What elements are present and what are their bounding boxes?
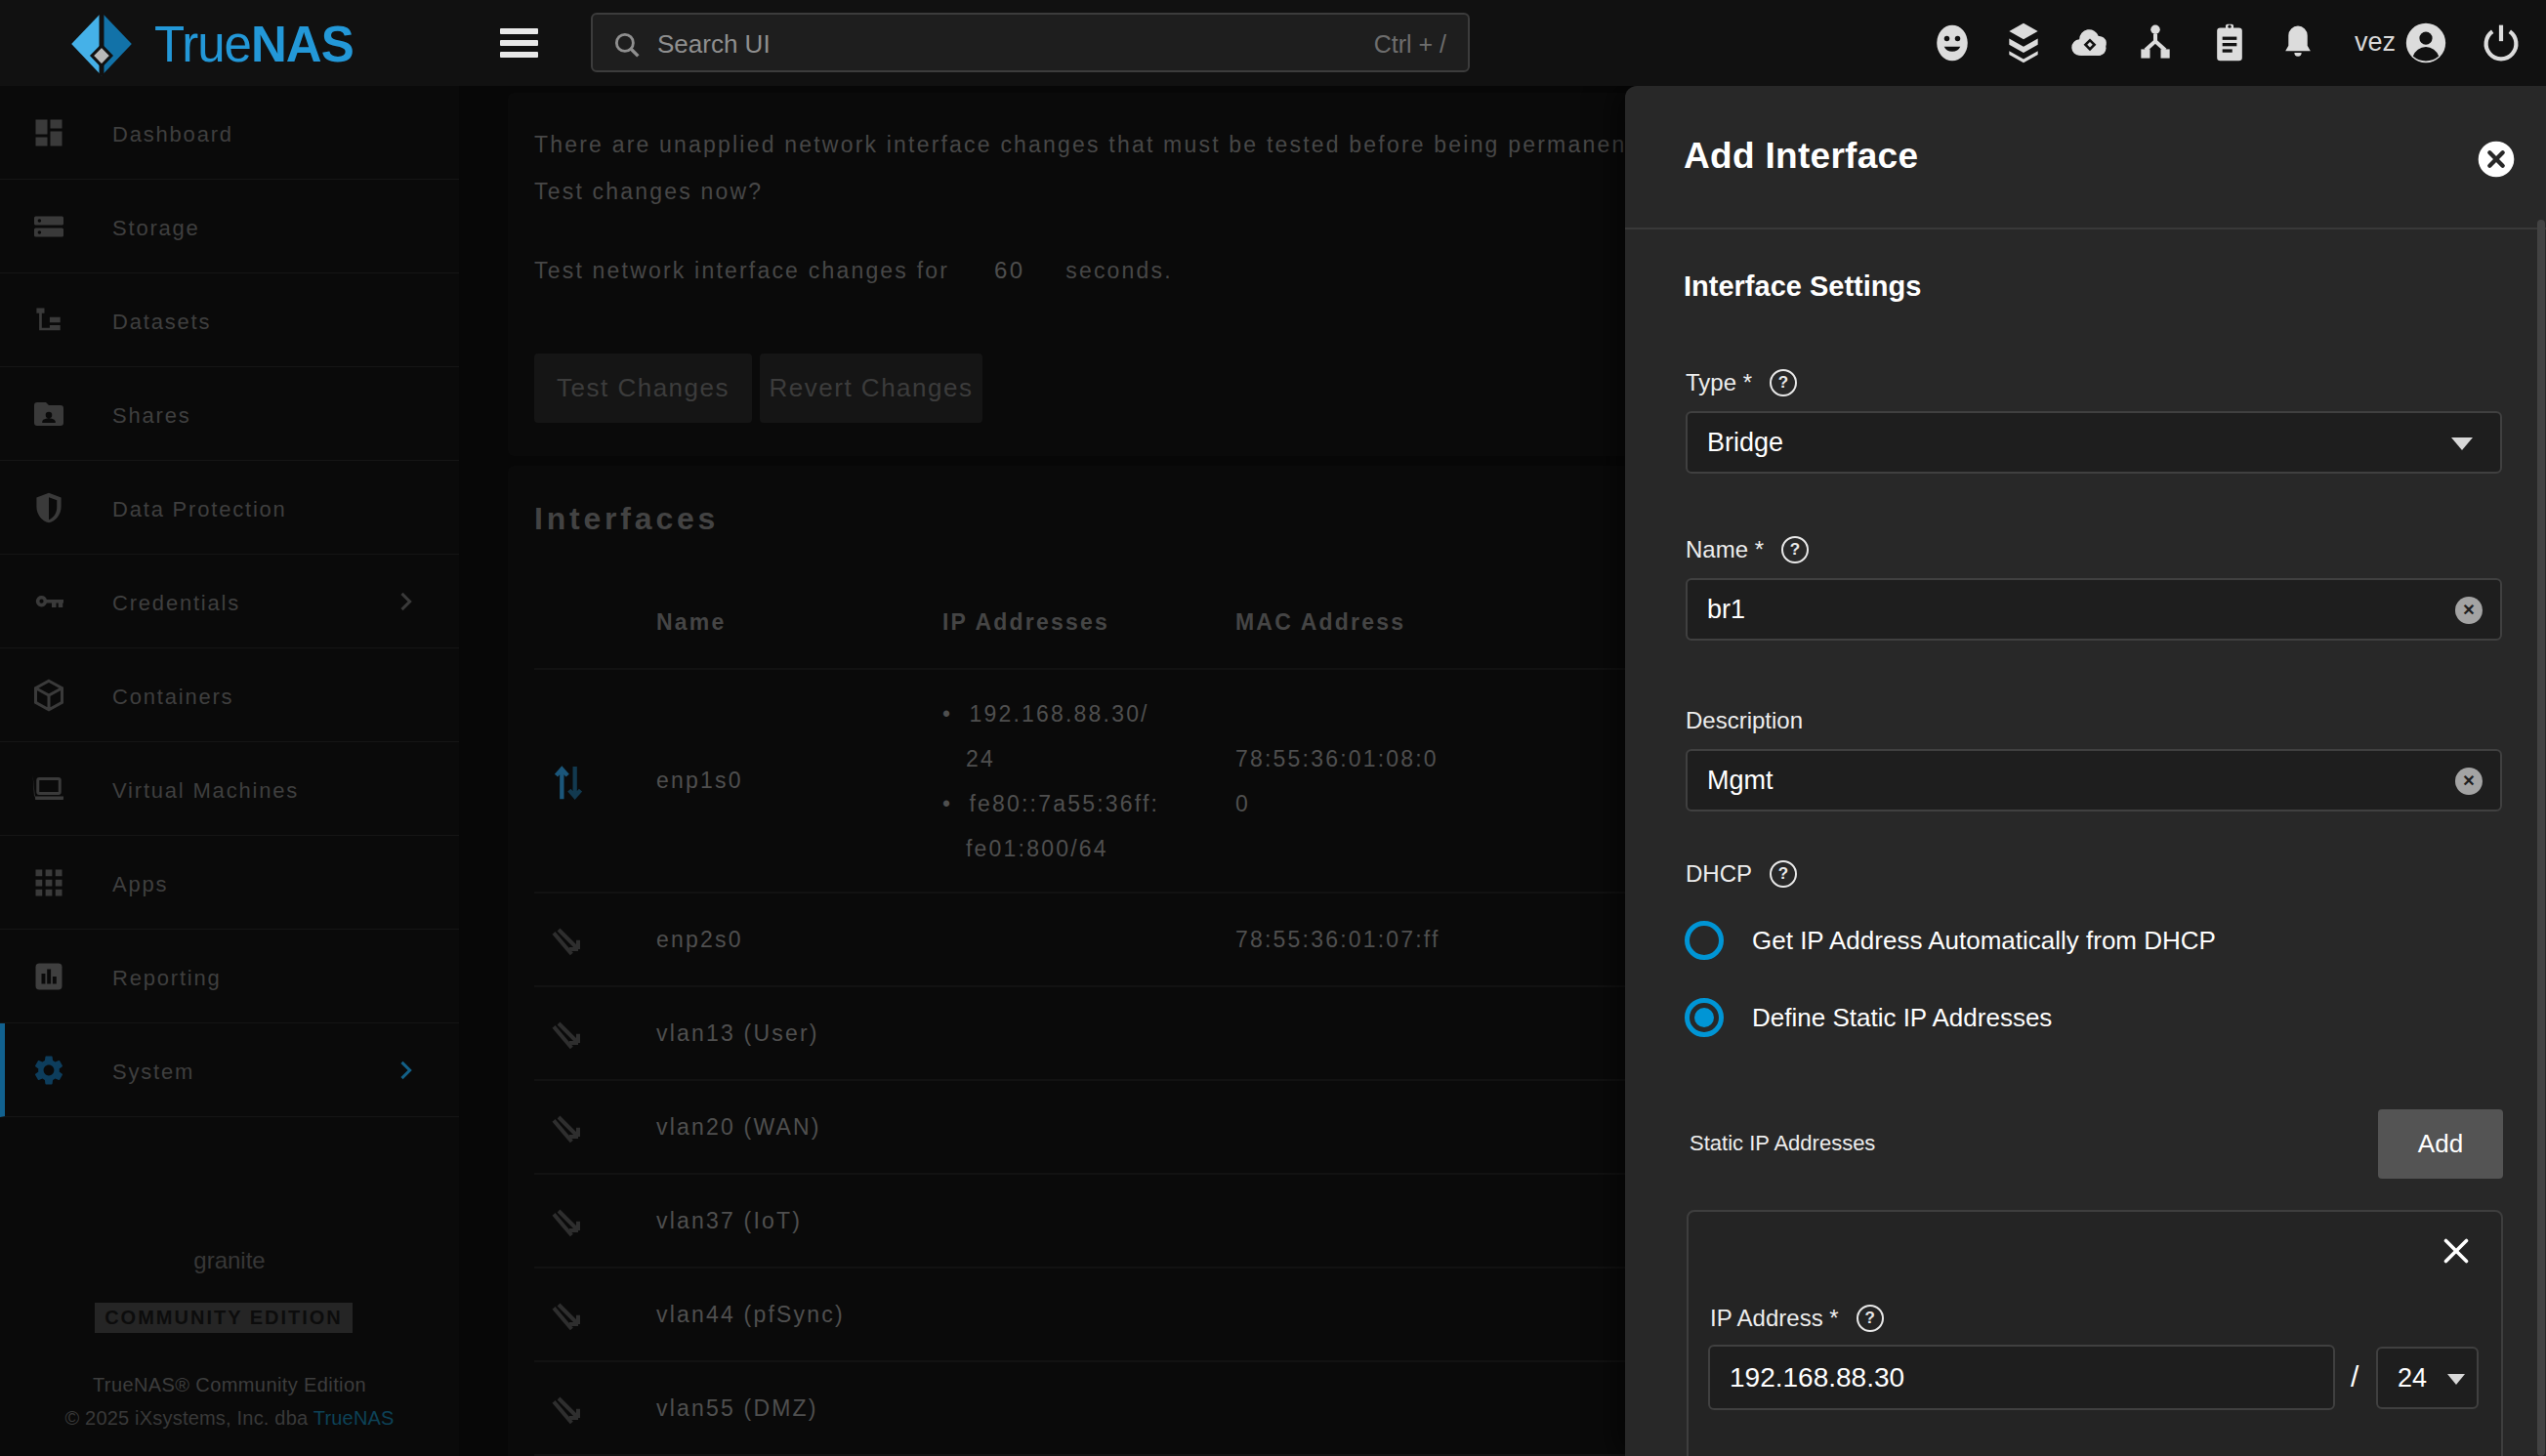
remove-entry-icon[interactable] <box>2439 1233 2474 1269</box>
panel-header: Add Interface <box>1625 86 2546 229</box>
chevron-right-icon <box>392 588 419 615</box>
sidebar-item-storage[interactable]: Storage <box>0 180 459 273</box>
disconnected-icon <box>549 1201 588 1240</box>
shield-icon <box>31 490 66 525</box>
panel-title: Add Interface <box>1684 136 1918 177</box>
help-icon[interactable]: ? <box>1770 860 1797 888</box>
disconnected-icon <box>549 920 588 959</box>
alert-text-line2: Test changes now? <box>534 179 763 205</box>
key-icon <box>31 584 66 619</box>
prefix-length-select[interactable]: 24 <box>2376 1347 2479 1409</box>
footer-product: TrueNAS® Community Edition <box>0 1374 459 1396</box>
power-icon[interactable] <box>2480 21 2523 64</box>
avatar-icon[interactable] <box>2404 21 2447 64</box>
menu-toggle-icon[interactable] <box>500 28 538 58</box>
network-tree-icon[interactable] <box>2134 21 2177 64</box>
radio-unchecked-icon[interactable] <box>1685 921 1724 960</box>
edition-badge: COMMUNITY EDITION <box>95 1303 353 1333</box>
help-icon[interactable]: ? <box>1781 536 1809 563</box>
truenas-logo-icon[interactable] <box>65 8 138 80</box>
dhcp-auto-option[interactable]: Get IP Address Automatically from DHCP <box>1685 921 2216 960</box>
static-ip-entry-card: IP Address * ? 192.168.88.30 / 24 <box>1687 1210 2503 1456</box>
panel-scrollbar[interactable] <box>2537 220 2545 1456</box>
bar-chart-icon <box>31 959 66 994</box>
static-ips-label: Static IP Addresses <box>1690 1131 1875 1156</box>
sidebar-item-containers[interactable]: Containers <box>0 648 459 742</box>
close-icon[interactable] <box>2477 140 2516 179</box>
dhcp-label: DHCP ? <box>1686 860 1797 888</box>
disconnected-icon <box>549 1014 588 1053</box>
disconnected-icon <box>549 1389 588 1428</box>
name-input[interactable]: br1 ✕ <box>1686 578 2502 641</box>
footer-copyright: © 2025 iXsystems, Inc. dba TrueNAS <box>0 1407 459 1430</box>
truenas-wordmark[interactable]: TrueNAS <box>154 16 354 73</box>
sidebar-item-system[interactable]: System <box>0 1023 459 1117</box>
ip-address: 192.168.88.30/24 <box>942 691 1160 781</box>
description-label: Description <box>1686 707 1803 734</box>
cloud-box-icon[interactable] <box>2068 21 2111 64</box>
app-header: TrueNAS Search UI Ctrl + / <box>0 0 2546 86</box>
sidebar-item-reporting[interactable]: Reporting <box>0 930 459 1023</box>
sidebar-item-data-protection[interactable]: Data Protection <box>0 461 459 555</box>
panel-body: Interface Settings Type * ? Bridge Name … <box>1625 231 2546 1456</box>
sidebar-item-dashboard[interactable]: Dashboard <box>0 86 459 180</box>
laptop-icon <box>31 771 66 807</box>
apps-grid-icon <box>31 865 66 900</box>
username[interactable]: vez <box>2348 27 2402 58</box>
add-static-ip-button[interactable]: Add <box>2378 1109 2503 1179</box>
truenas-link[interactable]: TrueNAS <box>313 1407 395 1429</box>
dropdown-caret-icon <box>2447 1374 2465 1385</box>
test-duration-line: Test network interface changes for60seco… <box>534 257 1173 284</box>
storage-icon <box>31 209 66 244</box>
test-seconds-value[interactable]: 60 <box>994 257 1024 284</box>
help-icon[interactable]: ? <box>1770 369 1797 396</box>
datasets-icon <box>31 303 66 338</box>
sidebar-item-shares[interactable]: Shares <box>0 367 459 461</box>
dhcp-static-option[interactable]: Define Static IP Addresses <box>1685 998 2052 1037</box>
dropdown-caret-icon <box>2451 437 2473 450</box>
updown-arrows-icon <box>549 758 588 805</box>
description-input[interactable]: Mgmt ✕ <box>1686 749 2502 811</box>
search-input[interactable]: Search UI Ctrl + / <box>591 13 1470 72</box>
dashboard-icon <box>31 115 66 150</box>
help-icon[interactable]: ? <box>1857 1305 1884 1332</box>
revert-changes-button[interactable]: Revert Changes <box>760 354 982 423</box>
ip-address-input[interactable]: 192.168.88.30 <box>1708 1345 2335 1410</box>
sidebar-item-credentials[interactable]: Credentials <box>0 555 459 648</box>
shares-icon <box>31 396 66 432</box>
hostname: granite <box>0 1247 459 1274</box>
interfaces-title: Interfaces <box>534 501 719 537</box>
jobs-clipboard-icon[interactable] <box>2208 21 2251 64</box>
type-label: Type * ? <box>1686 369 1797 396</box>
cidr-separator: / <box>2351 1360 2358 1394</box>
radio-checked-icon[interactable] <box>1685 998 1724 1037</box>
alerts-bell-icon[interactable] <box>2276 21 2319 64</box>
cube-icon <box>31 678 66 713</box>
sidebar-nav: Dashboard Storage Datasets Shares Data P… <box>0 86 459 1456</box>
clear-input-icon[interactable]: ✕ <box>2455 768 2483 795</box>
sidebar-item-apps[interactable]: Apps <box>0 836 459 930</box>
section-title: Interface Settings <box>1684 270 1921 303</box>
disconnected-icon <box>549 1295 588 1334</box>
ip-address: fe80::7a55:36ff:fe01:800/64 <box>942 781 1160 871</box>
type-select[interactable]: Bridge <box>1686 411 2502 474</box>
search-placeholder: Search UI <box>657 29 771 60</box>
chevron-right-icon <box>392 1057 419 1084</box>
search-icon <box>610 28 644 62</box>
sidebar-item-datasets[interactable]: Datasets <box>0 273 459 367</box>
truecommand-icon[interactable] <box>2002 21 2045 64</box>
gear-icon <box>31 1053 66 1088</box>
sidebar-item-virtual-machines[interactable]: Virtual Machines <box>0 742 459 836</box>
clear-input-icon[interactable]: ✕ <box>2455 597 2483 624</box>
search-shortcut-hint: Ctrl + / <box>1374 30 1446 59</box>
status-smiley-icon[interactable] <box>1931 21 1974 64</box>
ip-address-label: IP Address * ? <box>1710 1305 1884 1332</box>
disconnected-icon <box>549 1107 588 1146</box>
name-label: Name * ? <box>1686 536 1809 563</box>
test-changes-button[interactable]: Test Changes <box>534 354 752 423</box>
add-interface-panel: Add Interface Interface Settings Type * … <box>1625 86 2546 1456</box>
